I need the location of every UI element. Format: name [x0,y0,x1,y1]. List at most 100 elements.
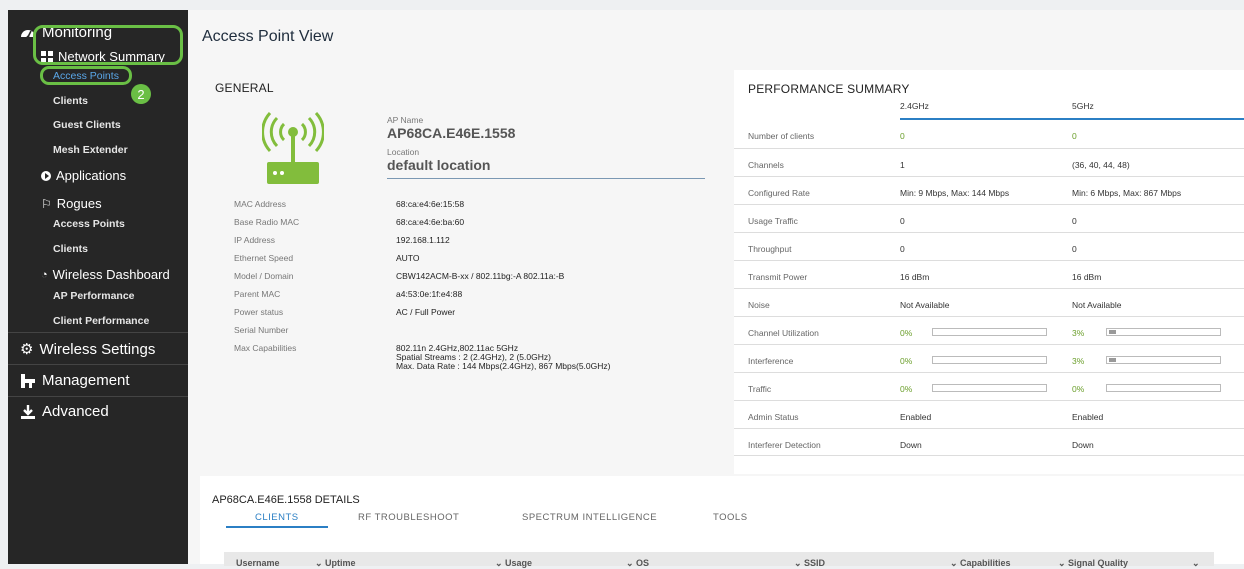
sidebar-item-wireless-settings[interactable]: ⚙ Wireless Settings [20,340,156,359]
field-label: Serial Number [234,325,289,335]
column-header-username[interactable]: Username [236,558,280,568]
perf-row-value-24: 16 dBm [900,272,930,282]
field-value: a4:53:0e:1f:e4:88 [396,289,463,299]
utilization-bar-24 [932,328,1047,336]
chevron-down-icon: ⌄ [315,558,326,568]
ap-name-label: AP Name [387,115,424,125]
perf-row-value-24: Enabled [900,412,932,422]
traffic-bar-24 [932,384,1047,392]
perf-row: Channel Utilization 0% 3% [734,316,1244,344]
chevron-down-icon: ⌄ [495,558,506,568]
field-value: CBW142ACM-B-xx / 802.11bg:-A 802.11a:-B [396,271,565,281]
sidebar-item-management[interactable]: Management [20,372,130,389]
perf-row-value-5: 0 [1072,216,1077,226]
sidebar-label-wireless-settings: Wireless Settings [39,340,156,358]
perf-row-label: Noise [748,300,770,310]
sidebar-label-advanced: Advanced [42,403,109,420]
perf-row-value-5: 0 [1072,131,1077,141]
sidebar-item-guest-clients[interactable]: Guest Clients [53,119,121,131]
chevron-down-icon: ⌄ [1058,558,1069,568]
interference-bar-24 [932,356,1047,364]
perf-row-label: Channels [748,160,784,170]
sidebar-item-rogues[interactable]: ⚐ Rogues [41,196,102,211]
column-header-label: OS [636,558,650,568]
column-header-label: SSID [804,558,826,568]
field-label: Base Radio MAC [234,217,300,227]
interference-bar-5 [1106,356,1221,364]
perf-row-value-24: Min: 9 Mbps, Max: 144 Mbps [900,188,1010,198]
sidebar-item-advanced[interactable]: Advanced [20,403,109,420]
perf-row-label: Throughput [748,244,792,254]
perf-row: Throughput 0 0 [734,232,1244,260]
perf-row-value-5: 16 dBm [1072,272,1102,282]
chevron-down-icon: ⌄ [950,558,961,568]
perf-row: Channels 1 (36, 40, 44, 48) [734,148,1244,176]
perf-row-label: Traffic [748,384,772,394]
access-point-icon [261,111,325,184]
sidebar-item-clients[interactable]: Clients [53,95,88,107]
page-title: Access Point View [202,28,334,45]
column-header-label: Uptime [325,558,356,568]
management-icon [20,373,36,389]
dashboard-gauge-icon: ◔ [41,268,48,281]
perf-row-label: Interference [748,356,794,366]
sidebar-item-ap-performance[interactable]: AP Performance [53,290,135,302]
chevron-down-icon: ⌄ [794,558,805,568]
callout-highlight-1 [33,25,183,65]
play-icon [41,170,51,181]
max-capabilities-line: Max. Data Rate : 144 Mbps(2.4GHz), 867 M… [396,361,611,371]
divider [8,332,188,333]
location-value: default location [387,157,491,173]
perf-row-value-5: 3% [1072,356,1085,366]
tab-spectrum-intelligence[interactable]: SPECTRUM INTELLIGENCE [522,512,657,523]
field-label: Max Capabilities [234,343,297,353]
perf-row-value-5: Enabled [1072,412,1104,422]
sidebar-item-rogue-clients[interactable]: Clients [53,243,88,255]
perf-row-value-24: 0 [900,131,905,141]
column-header-label: Usage [505,558,533,568]
performance-heading: PERFORMANCE SUMMARY [748,82,910,96]
perf-row-value-24: 0 [900,216,905,226]
field-value: 192.168.1.112 [396,235,450,245]
perf-row-value-24: 0% [900,356,913,366]
traffic-bar-5 [1106,384,1221,392]
perf-row: Transmit Power 16 dBm 16 dBm [734,260,1244,288]
sidebar-item-mesh-extender[interactable]: Mesh Extender [53,144,128,156]
perf-row-value-5: Down [1072,440,1094,450]
perf-row-label: Number of clients [748,131,815,141]
perf-row: Number of clients 0 0 [734,120,1244,148]
sidebar-label-management: Management [42,372,130,389]
tab-tools[interactable]: TOOLS [713,512,748,523]
perf-row-value-24: Not Available [900,300,950,310]
utilization-bar-5 [1106,328,1221,336]
field-label: Parent MAC [234,289,281,299]
perf-row: Usage Traffic 0 0 [734,204,1244,232]
field-value: AC / Full Power [396,307,456,317]
perf-row-value-24: 0% [900,384,913,394]
perf-row-value-5: (36, 40, 44, 48) [1072,160,1130,170]
ap-name-value: AP68CA.E46E.1558 [387,125,516,141]
sidebar-item-wireless-dashboard[interactable]: ◔ Wireless Dashboard [41,267,170,282]
field-label: Power status [234,307,284,317]
column-header-label: Signal Quality [1068,558,1129,568]
performance-summary-panel: PERFORMANCE SUMMARY 2.4GHz 5GHz Number o… [734,70,1244,474]
field-label: IP Address [234,235,275,245]
perf-row-label: Channel Utilization [748,328,819,338]
active-tab-underline [226,526,328,528]
sidebar-label-wireless-dashboard: Wireless Dashboard [52,267,170,282]
perf-row-value-24: 0% [900,328,913,338]
sidebar-item-client-performance[interactable]: Client Performance [53,315,149,327]
sidebar-label-applications: Applications [56,168,127,183]
divider [8,364,188,365]
perf-row: Interference 0% 3% [734,344,1244,372]
location-label: Location [387,147,420,157]
sidebar-item-applications[interactable]: Applications [41,168,126,183]
callout-badge-2: 2 [131,84,151,104]
sidebar-label-rogues: Rogues [56,196,102,211]
tab-rf-troubleshoot[interactable]: RF TROUBLESHOOT [358,512,459,523]
band-24-header: 2.4GHz [900,101,929,111]
perf-row-value-5: 0 [1072,244,1077,254]
perf-row-label: Interferer Detection [748,440,821,450]
sidebar-item-rogue-access-points[interactable]: Access Points [53,218,125,230]
tab-clients[interactable]: CLIENTS [255,512,299,523]
